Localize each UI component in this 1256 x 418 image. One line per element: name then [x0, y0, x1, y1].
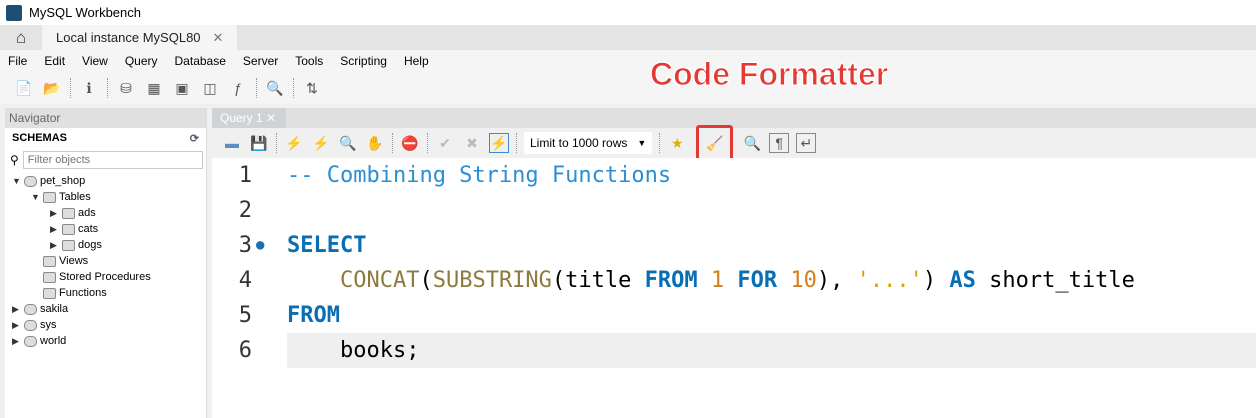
code-line: 4 CONCAT(SUBSTRING(title FROM 1 FOR 10),…	[238, 268, 1135, 293]
schema-inspector-icon[interactable]: ℹ	[79, 78, 99, 98]
autocommit-icon[interactable]: ⚡	[489, 133, 509, 153]
close-icon[interactable]: ✕	[266, 111, 276, 125]
create-table-icon[interactable]: ▦	[144, 78, 164, 98]
refresh-icon[interactable]: ⟳	[190, 132, 199, 145]
invisible-chars-icon[interactable]: ¶	[769, 133, 790, 153]
create-schema-icon[interactable]: ⛁	[116, 78, 136, 98]
tab-label: Local instance MySQL80	[56, 30, 201, 45]
query-tab-strip: Query 1 ✕	[212, 108, 1256, 128]
tree-item-world[interactable]: ▶ world	[5, 333, 206, 349]
navigator-panel: Navigator SCHEMAS ⟳ ⚲ ▼pet_shop ▼Tables ▶…	[5, 108, 207, 418]
table-icon	[62, 239, 75, 251]
code-line: 5 FROM	[238, 303, 340, 328]
new-sql-tab-icon[interactable]: 📄	[14, 78, 34, 98]
broom-icon: 🧹	[706, 134, 724, 151]
statement-marker-icon: ●	[256, 237, 265, 253]
schema-tree: ▼ pet_shop ▼ Tables ▶ ads ▶ cats ▶ dogs Views…	[5, 173, 206, 349]
commit-icon[interactable]: ✔	[435, 133, 455, 153]
add-snippet-icon[interactable]: ★	[667, 133, 687, 153]
tab-local-instance[interactable]: Local instance MySQL80 ✕	[42, 25, 238, 50]
menu-view[interactable]: View	[82, 54, 108, 68]
execute-icon[interactable]: ⚡	[284, 133, 304, 153]
database-icon	[24, 175, 37, 187]
main-toolbar: 📄 📂 ℹ ⛁ ▦ ▣ ◫ ƒ 🔍 ⇅	[0, 72, 1256, 104]
sql-editor[interactable]: 1 -- Combining String Functions 2 3 ● SELEC…	[212, 158, 1256, 418]
dropdown-arrow-icon: ▼	[637, 138, 647, 148]
search-icon: ⚲	[10, 153, 19, 167]
title-bar: MySQL Workbench	[0, 0, 1256, 25]
tree-item-dogs[interactable]: ▶ dogs	[5, 237, 206, 253]
open-sql-script-icon[interactable]: 📂	[42, 78, 62, 98]
database-icon	[24, 303, 37, 315]
database-icon	[24, 319, 37, 331]
folder-icon	[43, 287, 56, 299]
tree-item-functions[interactable]: Functions	[5, 285, 206, 301]
menu-bar: File Edit View Query Database Server Tools Scri…	[0, 50, 1256, 72]
menu-query[interactable]: Query	[125, 54, 158, 68]
code-line: 3 ● SELECT	[212, 228, 1256, 263]
app-logo-icon	[6, 4, 22, 21]
close-icon[interactable]: ✕	[213, 30, 224, 46]
word-wrap-icon[interactable]: ↵	[796, 133, 817, 153]
create-view-icon[interactable]: ▣	[172, 78, 192, 98]
tab-query-1[interactable]: Query 1 ✕	[212, 108, 286, 128]
folder-icon	[43, 255, 56, 267]
tree-item-views[interactable]: Views	[5, 253, 206, 269]
database-icon	[24, 335, 37, 347]
tree-item-ads[interactable]: ▶ ads	[5, 205, 206, 221]
tab-row: ⌂ Local instance MySQL80 ✕	[0, 25, 1256, 50]
menu-edit[interactable]: Edit	[44, 54, 65, 68]
folder-icon	[43, 191, 56, 203]
reconnect-icon[interactable]: ⇅	[302, 78, 322, 98]
save-icon[interactable]: 💾	[249, 133, 269, 153]
code-line: 2	[238, 198, 252, 223]
menu-help[interactable]: Help	[404, 54, 429, 68]
home-tab[interactable]: ⌂	[0, 25, 42, 50]
explain-icon[interactable]: 🔍	[338, 133, 358, 153]
menu-database[interactable]: Database	[175, 54, 226, 68]
menu-file[interactable]: File	[8, 54, 27, 68]
home-icon: ⌂	[15, 27, 27, 47]
code-line-current: 6 books;	[212, 333, 1256, 368]
tree-item-cats[interactable]: ▶ cats	[5, 221, 206, 237]
execute-current-icon[interactable]: ⚡	[311, 133, 331, 153]
create-function-icon[interactable]: ƒ	[228, 78, 248, 98]
rollback-icon[interactable]: ✖	[462, 133, 482, 153]
menu-tools[interactable]: Tools	[295, 54, 323, 68]
create-procedure-icon[interactable]: ◫	[200, 78, 220, 98]
search-table-data-icon[interactable]: 🔍	[265, 78, 285, 98]
folder-icon	[43, 271, 56, 283]
menu-scripting[interactable]: Scripting	[340, 54, 387, 68]
limit-rows-select[interactable]: Limit to 1000 rows ▼	[524, 132, 653, 154]
code-formatter-annotation: Code Formatter	[649, 56, 889, 93]
stop-icon[interactable]: ✋	[365, 133, 385, 153]
table-icon	[62, 207, 75, 219]
tree-item-pet-shop[interactable]: ▼ pet_shop	[5, 173, 206, 189]
menu-server[interactable]: Server	[243, 54, 278, 68]
open-file-icon[interactable]: ▬	[222, 133, 242, 153]
tree-item-stored-procedures[interactable]: Stored Procedures	[5, 269, 206, 285]
code-line: 1 -- Combining String Functions	[238, 163, 672, 188]
navigator-header: Navigator	[5, 108, 206, 128]
tree-item-sys[interactable]: ▶ sys	[5, 317, 206, 333]
toggle-error-icon[interactable]: ⛔	[400, 133, 420, 153]
tree-item-sakila[interactable]: ▶ sakila	[5, 301, 206, 317]
filter-objects-input[interactable]	[22, 151, 203, 169]
table-icon	[62, 223, 75, 235]
find-replace-icon[interactable]: 🔍	[742, 133, 762, 153]
window-title: MySQL Workbench	[29, 5, 141, 20]
tree-item-tables[interactable]: ▼ Tables	[5, 189, 206, 205]
schemas-label: SCHEMAS	[12, 132, 68, 144]
beautify-query-button[interactable]: 🧹	[696, 125, 734, 161]
editor-toolbar: ▬ 💾 ⚡ ⚡ 🔍 ✋ ⛔ ✔ ✖ ⚡ Limit to 1000 rows ▼ ★ 🧹 🔍 ¶…	[212, 125, 1256, 161]
